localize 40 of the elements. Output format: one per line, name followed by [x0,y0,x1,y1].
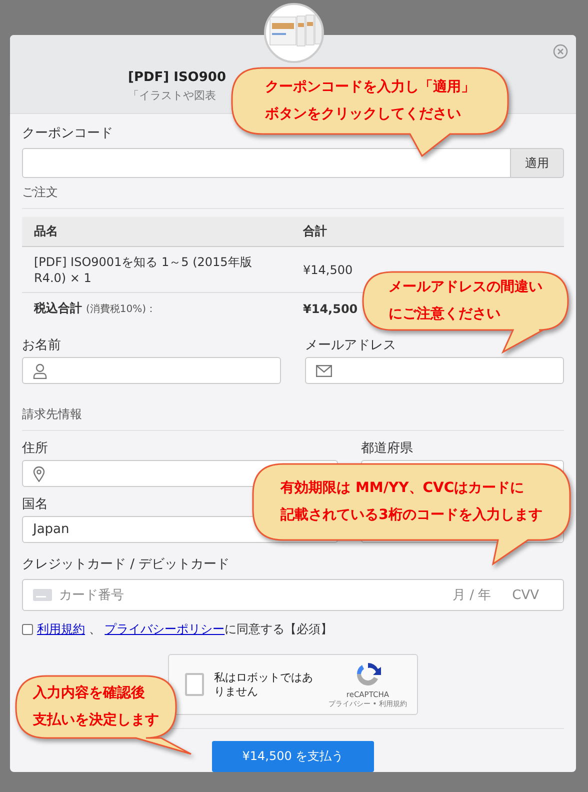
callout-text: 入力内容を確認後 支払いを決定します [33,684,159,730]
person-icon [33,362,47,378]
field-label: 住所 [22,440,48,455]
link[interactable]: プライバシーポリシー [104,622,225,636]
product-subtitle: 「イラストや図表 [128,88,216,103]
field-label: 都道府県 [361,440,413,455]
card-label: クレジットカード / デビットカード [22,556,230,573]
agreement-text: 利用規約 、 プライバシーポリシーに同意する【必須】 [37,621,333,638]
total-label: 税込合計 [34,301,82,315]
close-icon[interactable] [553,44,568,59]
field-label: お名前 [22,337,61,352]
cvv-placeholder: CVV [512,588,539,602]
coupon-label: クーポンコード [22,125,113,142]
input-field[interactable] [305,357,564,384]
tax-note: (消費税10%)： [86,304,156,315]
expiry-placeholder: 月 / 年 [452,587,492,604]
callout-text: クーポンコードを入力し「適用」 ボタンをクリックしてください [265,78,475,124]
link[interactable]: 利用規約 [37,622,85,636]
section-heading: 請求先情報 [22,406,564,431]
section-heading: ご注文 [22,184,564,209]
location-pin-icon [33,466,45,482]
apply-button[interactable]: 適用 [511,148,564,178]
field-label: 国名 [22,496,48,511]
field-value: Japan [33,522,70,537]
pay-button[interactable]: ¥14,500 を支払う [212,741,374,772]
table-cell: [PDF] ISO9001を知る 1～5 (2015年版 R4.0) × 1 [22,246,291,292]
column-header: 合計 [291,217,564,246]
mail-icon [316,364,332,376]
total-amount: ¥14,500 [303,302,358,316]
column-header: 品名 [22,217,291,246]
card-icon [33,589,52,601]
coupon-field[interactable] [22,148,511,178]
checkbox[interactable] [22,624,33,635]
input-field[interactable] [22,357,281,384]
product-title: [PDF] ISO900 [128,70,226,85]
field-label: メールアドレス [305,337,396,352]
captcha-checkbox[interactable] [185,673,204,696]
card-field[interactable]: カード番号 月 / 年 CVV [22,579,564,611]
placeholder: カード番号 [59,587,124,604]
captcha-label: 私はロボットではありません [214,670,314,698]
